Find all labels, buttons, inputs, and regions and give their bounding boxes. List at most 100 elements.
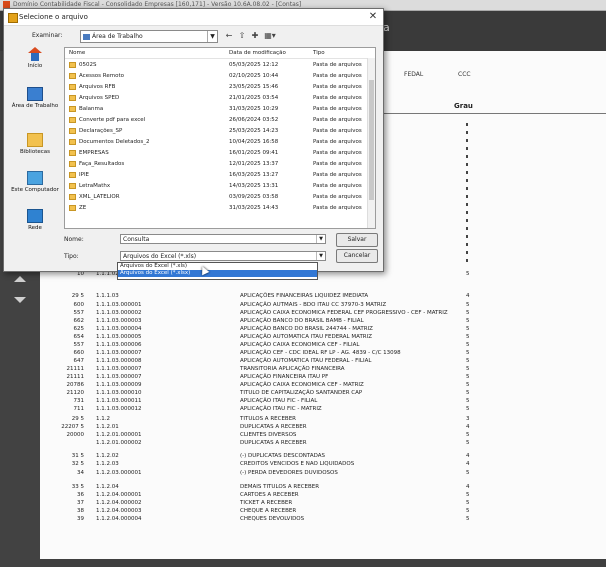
file-type: Pasta de arquivos bbox=[313, 62, 362, 68]
column-type-header[interactable]: Tipo bbox=[313, 48, 325, 58]
file-name: 0502S bbox=[79, 62, 97, 68]
file-list-item[interactable]: Acessos Remoto 02/10/2025 10:44 Pasta de a… bbox=[65, 71, 367, 81]
cancel-button[interactable]: Cancelar bbox=[336, 249, 378, 263]
filename-label: Nome: bbox=[64, 236, 84, 243]
folder-icon bbox=[69, 95, 76, 101]
file-date: 25/03/2025 14:23 bbox=[229, 128, 279, 134]
home-icon bbox=[27, 47, 43, 61]
report-cell-c2: 1.1.1.03.000009 bbox=[96, 382, 142, 388]
report-cell-c1: 29 5 bbox=[71, 293, 84, 299]
grau-marker bbox=[466, 251, 468, 254]
view-menu-icon[interactable]: ▦▾ bbox=[263, 30, 277, 41]
file-list-item[interactable]: EMPRESAS 16/01/2025 09:41 Pasta de arquivo… bbox=[65, 148, 367, 158]
save-button[interactable]: Salvar bbox=[336, 233, 378, 247]
file-type: Pasta de arquivos bbox=[313, 194, 362, 200]
close-icon[interactable]: ✕ bbox=[367, 11, 379, 23]
network-icon bbox=[27, 209, 43, 223]
file-name: Faça_Resultados bbox=[79, 161, 125, 167]
chevron-down-icon[interactable]: ▼ bbox=[316, 252, 325, 260]
file-list-item[interactable]: 0502S 05/03/2025 12:12 Pasta de arquivos bbox=[65, 60, 367, 70]
report-cell-c2: 1.1.1.03.000004 bbox=[96, 326, 142, 332]
report-cell-c2: 1.1.2.04.000001 bbox=[96, 492, 142, 498]
place-desktop[interactable]: Área de Trabalho bbox=[9, 87, 61, 109]
file-type: Pasta de arquivos bbox=[313, 183, 362, 189]
place-libraries[interactable]: Bibliotecas bbox=[9, 133, 61, 155]
up-folder-icon[interactable]: ⇧ bbox=[237, 30, 247, 41]
report-cell-c3: APLICAÇÃO CAIXA ECONOMICA CEF - MATRIZ bbox=[240, 382, 364, 388]
file-list-item[interactable]: Arquivos RFB 23/05/2025 15:46 Pasta de arq… bbox=[65, 82, 367, 92]
report-row: 625 1.1.1.03.000004 APLICAÇÃO BANCO DO BRA… bbox=[40, 325, 606, 333]
column-name-header[interactable]: Nome bbox=[69, 48, 85, 58]
folder-icon bbox=[69, 117, 76, 123]
grau-marker bbox=[466, 179, 468, 182]
place-home[interactable]: Início bbox=[9, 47, 61, 69]
look-in-dropdown[interactable]: Área de Trabalho ▼ bbox=[80, 30, 218, 43]
report-cell-c4: 4 bbox=[466, 424, 470, 430]
report-cell-c3: APLICAÇÃO CAIXA ECONOMICA FEDERAL CEF PR… bbox=[240, 310, 448, 316]
folder-icon bbox=[69, 139, 76, 145]
file-list-item[interactable]: XML_LATELIOR 03/09/2025 03:58 Pasta de arq… bbox=[65, 192, 367, 202]
file-list-item[interactable]: Converte pdf para excel 26/06/2024 03:52 P… bbox=[65, 115, 367, 125]
report-cell-c3: APLICAÇÃO AUTOMATICA ITAU FEDERAL - FILI… bbox=[240, 358, 372, 364]
new-folder-icon[interactable]: ✚ bbox=[250, 30, 260, 41]
file-list-item[interactable]: Documentos Deletados_2 10/04/2025 16:58 Pa… bbox=[65, 137, 367, 147]
file-list-item[interactable]: Arquivos SPED 21/01/2025 03:54 Pasta de ar… bbox=[65, 93, 367, 103]
report-cell-c3: CREDITOS VENCIDOS E NAO LIQUIDADOS bbox=[240, 461, 355, 467]
file-name: IPIE bbox=[79, 172, 90, 178]
scroll-down-arrow-icon[interactable] bbox=[14, 297, 26, 303]
report-cell-c3: CARTOES A RECEBER bbox=[240, 492, 299, 498]
report-row: 39 1.1.2.04.000004 CHEQUES DEVOLVIDOS 5 bbox=[40, 515, 606, 523]
report-cell-c2: 1.1.1.03.000001 bbox=[96, 302, 142, 308]
column-modified-header[interactable]: Data de modificação bbox=[229, 48, 286, 58]
report-row: 29 5 1.1.1.03 APLICAÇÕES FINANCEIRAS LIQUI… bbox=[40, 292, 606, 300]
report-cell-c4: 4 bbox=[466, 461, 470, 467]
filetype-option[interactable]: Arquivos do Excel (*.xlsx) bbox=[118, 270, 317, 277]
back-icon[interactable]: ← bbox=[224, 30, 234, 41]
report-cell-c3: APLICAÇÕES FINANCEIRAS LIQUIDEZ IMEDIATA bbox=[240, 293, 369, 299]
file-date: 23/05/2025 15:46 bbox=[229, 84, 279, 90]
scrollbar-thumb[interactable] bbox=[369, 80, 374, 200]
scroll-up-arrow-icon[interactable] bbox=[14, 276, 26, 282]
filetype-select[interactable]: Arquivos do Excel (*.xls) ▼ bbox=[120, 251, 326, 261]
report-cell-c2: 1.1.1.03.000008 bbox=[96, 358, 142, 364]
report-cell-c2: 1.1.1.03.000006 bbox=[96, 342, 142, 348]
report-head-col-2: CCC bbox=[458, 71, 471, 78]
report-cell-c4: 5 bbox=[466, 350, 470, 356]
place-network[interactable]: Rede bbox=[9, 209, 61, 231]
file-type: Pasta de arquivos bbox=[313, 205, 362, 211]
place-this-pc[interactable]: Este Computador bbox=[9, 171, 61, 193]
report-cell-c3: APLICAÇÃO FINANCEIRA ITAU PF bbox=[240, 374, 329, 380]
file-list-item[interactable]: ZE 31/03/2025 14:43 Pasta de arquivos bbox=[65, 203, 367, 213]
dialog-title: Selecione o arquivo bbox=[19, 13, 88, 21]
report-row: 20786 1.1.1.03.000009 APLICAÇÃO CAIXA ECON… bbox=[40, 381, 606, 389]
report-cell-c4: 4 bbox=[466, 293, 470, 299]
report-cell-c1: 21120 bbox=[66, 390, 85, 396]
file-name: Documentos Deletados_2 bbox=[79, 139, 150, 145]
libraries-icon bbox=[27, 133, 43, 147]
report-row: 711 1.1.1.03.000012 APLICAÇÃO ITAU FIC - M… bbox=[40, 405, 606, 413]
folder-icon bbox=[69, 84, 76, 90]
file-list-item[interactable]: IPIE 16/03/2025 13:27 Pasta de arquivos bbox=[65, 170, 367, 180]
report-cell-c2: 1.1.2.03 bbox=[96, 461, 119, 467]
file-list-item[interactable]: Faça_Resultados 12/01/2025 13:37 Pasta de … bbox=[65, 159, 367, 169]
file-list-item[interactable]: Declarações_SP 25/03/2025 14:23 Pasta de a… bbox=[65, 126, 367, 136]
filename-input[interactable]: Consulta ▼ bbox=[120, 234, 326, 244]
report-row: 32 5 1.1.2.03 CREDITOS VENCIDOS E NAO LIQU… bbox=[40, 460, 606, 468]
report-row: 22207 5 1.1.2.01 DUPLICATAS A RECEBER 4 bbox=[40, 423, 606, 431]
file-type: Pasta de arquivos bbox=[313, 95, 362, 101]
report-cell-c4: 5 bbox=[466, 432, 470, 438]
filetype-option[interactable]: Arquivos do Excel (*.xls) bbox=[118, 263, 317, 270]
report-cell-c1: 34 bbox=[77, 470, 84, 476]
look-in-label: Examinar: bbox=[32, 32, 63, 39]
screen-bottom-bar bbox=[40, 559, 606, 567]
chevron-down-icon[interactable]: ▼ bbox=[316, 235, 325, 243]
file-list-scrollbar[interactable] bbox=[367, 58, 375, 228]
report-row: 34 1.1.2.03.000001 (-) PERDA DEVEDORES DUV… bbox=[40, 469, 606, 477]
file-list-item[interactable]: Balanma 31/03/2025 10:29 Pasta de arquivos bbox=[65, 104, 367, 114]
computer-icon bbox=[27, 171, 43, 185]
report-cell-c3: APLICAÇÃO ITAU FIC - MATRIZ bbox=[240, 406, 322, 412]
report-row: 33 5 1.1.2.04 DEMAIS TITULOS A RECEBER 4 bbox=[40, 483, 606, 491]
file-list-item[interactable]: LetraMathx 14/03/2025 13:31 Pasta de arqui… bbox=[65, 181, 367, 191]
place-label-desktop: Área de Trabalho bbox=[11, 103, 59, 109]
report-cell-c1: 31 5 bbox=[71, 453, 84, 459]
